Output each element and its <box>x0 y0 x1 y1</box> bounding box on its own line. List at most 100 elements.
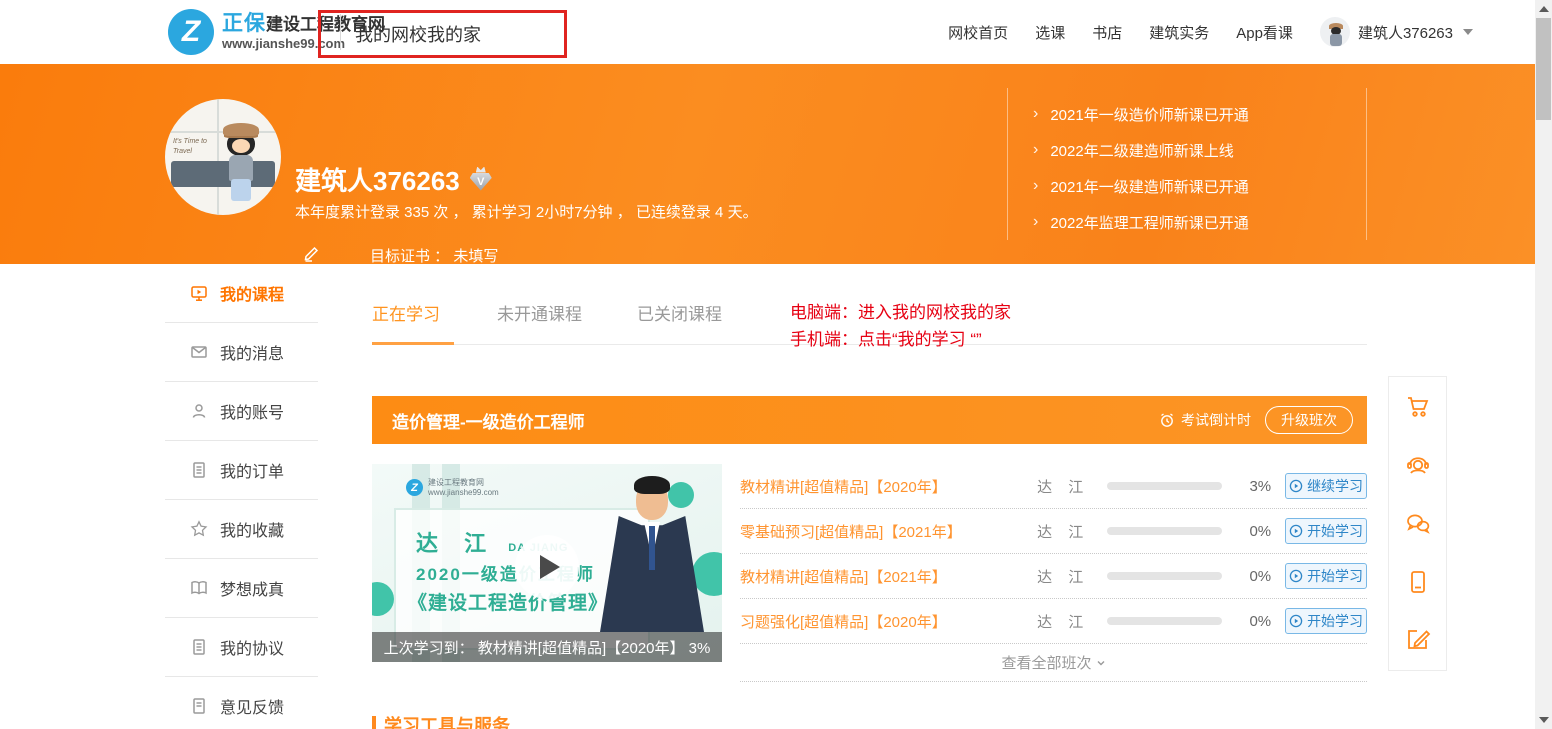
avatar-caption: It's Time to Travel <box>173 137 213 157</box>
play-circle-icon <box>1289 569 1303 583</box>
video-logo: Z 建设工程教育网www.jianshe99.com <box>406 478 499 497</box>
start-learning-button[interactable]: 开始学习 <box>1285 518 1367 544</box>
nav-app[interactable]: App看课 <box>1236 22 1293 43</box>
class-title-link[interactable]: 零基础预习[超值精品]【2021年】 <box>740 521 1037 542</box>
document-icon <box>190 461 208 479</box>
mobile-icon[interactable] <box>1404 568 1432 596</box>
start-learning-button[interactable]: 开始学习 <box>1285 608 1367 634</box>
sidebar-item-my-orders[interactable]: 我的订单 <box>165 441 318 500</box>
monitor-play-icon <box>190 284 208 302</box>
play-circle-icon <box>1289 479 1303 493</box>
tools-section-title: 学习工具与服务 <box>372 712 510 729</box>
view-all-classes-link[interactable]: 查看全部班次 <box>740 644 1367 682</box>
edit-pencil-icon[interactable] <box>303 244 321 262</box>
sidebar: 我的课程 我的消息 我的账号 我的订单 我的收藏 梦想成真 我的协议 意见反馈 <box>165 264 318 729</box>
logo-icon: Z <box>168 9 214 55</box>
feedback-edit-icon[interactable] <box>1404 626 1432 654</box>
chevron-down-icon <box>1463 29 1473 35</box>
teacher-name: 达 江 <box>1037 476 1107 497</box>
progress-bar <box>1107 572 1222 580</box>
user-banner: It's Time to Travel 建筑人376263 V 本年度累计登录 … <box>0 64 1535 264</box>
class-row: 零基础预习[超值精品]【2021年】 达 江 0% 开始学习 <box>740 509 1367 554</box>
sidebar-item-my-favorites[interactable]: 我的收藏 <box>165 500 318 559</box>
sidebar-item-my-courses[interactable]: 我的课程 <box>165 264 318 323</box>
chevron-right-icon: › <box>1033 141 1038 159</box>
sidebar-item-my-account[interactable]: 我的账号 <box>165 382 318 441</box>
document-icon <box>190 697 208 715</box>
class-list: 教材精讲[超值精品]【2020年】 达 江 3% 继续学习 零基础预习[超值精品… <box>740 464 1367 682</box>
announcement-item[interactable]: ›2022年监理工程师新课已开通 <box>1033 204 1366 240</box>
document-icon <box>190 638 208 656</box>
progress-percent: 3% <box>1234 478 1271 495</box>
scroll-up-arrow-icon[interactable] <box>1539 6 1549 12</box>
my-school-home-highlight[interactable]: 我的网校我的家 <box>318 10 567 58</box>
sidebar-item-dream-true[interactable]: 梦想成真 <box>165 559 318 618</box>
teacher-name: 达 江 <box>1037 521 1107 542</box>
continue-learning-button[interactable]: 继续学习 <box>1285 473 1367 499</box>
scroll-down-arrow-icon[interactable] <box>1539 717 1549 723</box>
scrollbar-thumb[interactable] <box>1536 18 1551 120</box>
main-content: 正在学习 未开通课程 已关闭课程 电脑端：进入我的网校我的家 手机端：点击“我的… <box>372 264 1367 444</box>
progress-percent: 0% <box>1234 523 1271 540</box>
header: Z 正保建设工程教育网 www.jianshe99.com 我的网校我的家 网校… <box>0 0 1535 64</box>
nav-bookstore[interactable]: 书店 <box>1092 22 1122 43</box>
announcement-item[interactable]: ›2021年一级建造师新课已开通 <box>1033 168 1366 204</box>
play-button-icon[interactable] <box>515 535 579 599</box>
announcement-item[interactable]: ›2021年一级造价师新课已开通 <box>1033 96 1366 132</box>
nav-home[interactable]: 网校首页 <box>948 22 1008 43</box>
class-title-link[interactable]: 教材精讲[超值精品]【2020年】 <box>740 476 1037 497</box>
tab-learning[interactable]: 正在学习 <box>372 300 440 325</box>
teacher-photo <box>592 482 712 632</box>
progress-percent: 0% <box>1234 568 1271 585</box>
red-annotation: 电脑端：进入我的网校我的家 手机端：点击“我的学习 “” <box>790 299 1011 353</box>
announcement-item[interactable]: ›2022年二级建造师新课上线 <box>1033 132 1366 168</box>
vertical-scrollbar[interactable] <box>1535 0 1552 729</box>
vip-badge-icon[interactable]: V <box>470 167 492 193</box>
nav-practice[interactable]: 建筑实务 <box>1149 22 1209 43</box>
teacher-name: 达 江 <box>1037 566 1107 587</box>
customer-service-icon[interactable] <box>1404 451 1432 479</box>
target-certificate[interactable]: 目标证书 ： 未填写 <box>370 245 498 264</box>
play-circle-icon <box>1289 614 1303 628</box>
floating-toolbar <box>1388 376 1447 671</box>
page: Z 正保建设工程教育网 www.jianshe99.com 我的网校我的家 网校… <box>0 0 1552 729</box>
last-learned-caption: 上次学习到： 教材精讲[超值精品]【2020年】 3% <box>372 632 722 662</box>
active-tab-underline <box>372 342 454 345</box>
progress-percent: 0% <box>1234 613 1271 630</box>
sidebar-item-feedback[interactable]: 意见反馈 <box>165 677 318 729</box>
book-icon <box>190 579 208 597</box>
tab-closed[interactable]: 已关闭课程 <box>637 300 722 325</box>
alarm-clock-icon <box>1159 412 1175 428</box>
class-row: 习题强化[超值精品]【2020年】 达 江 0% 开始学习 <box>740 599 1367 644</box>
course-card-header: 造价管理-一级造价工程师 考试倒计时 升级班次 <box>372 396 1367 444</box>
user-avatar-small <box>1320 17 1350 47</box>
nav-courses[interactable]: 选课 <box>1035 22 1065 43</box>
top-nav: 网校首页 选课 书店 建筑实务 App看课 建筑人376263 <box>948 0 1473 64</box>
highlight-label: 我的网校我的家 <box>355 21 481 47</box>
progress-bar <box>1107 617 1222 625</box>
course-tabs: 正在学习 未开通课程 已关闭课程 电脑端：进入我的网校我的家 手机端：点击“我的… <box>372 264 1367 345</box>
sidebar-item-my-agreements[interactable]: 我的协议 <box>165 618 318 677</box>
envelope-icon <box>190 343 208 361</box>
class-row: 教材精讲[超值精品]【2021年】 达 江 0% 开始学习 <box>740 554 1367 599</box>
exam-countdown[interactable]: 考试倒计时 <box>1159 410 1251 430</box>
progress-bar <box>1107 527 1222 535</box>
avatar[interactable]: It's Time to Travel <box>165 99 281 215</box>
start-learning-button[interactable]: 开始学习 <box>1285 563 1367 589</box>
video-thumbnail[interactable]: Z 建设工程教育网www.jianshe99.com 达 江 DA JIANG … <box>372 464 722 662</box>
class-title-link[interactable]: 习题强化[超值精品]【2020年】 <box>740 611 1037 632</box>
cart-icon[interactable] <box>1404 393 1432 421</box>
tab-not-opened[interactable]: 未开通课程 <box>497 300 582 325</box>
wechat-icon[interactable] <box>1404 510 1432 538</box>
class-title-link[interactable]: 教材精讲[超值精品]【2021年】 <box>740 566 1037 587</box>
course-card: 造价管理-一级造价工程师 考试倒计时 升级班次 Z 建设工程教育网www.jia… <box>372 396 1367 444</box>
chevron-right-icon: › <box>1033 177 1038 195</box>
sidebar-item-my-messages[interactable]: 我的消息 <box>165 323 318 382</box>
teacher-name: 达 江 <box>1037 611 1107 632</box>
course-title: 造价管理-一级造价工程师 <box>392 408 1159 433</box>
play-circle-icon <box>1289 524 1303 538</box>
chevron-right-icon: › <box>1033 213 1038 231</box>
star-icon <box>190 520 208 538</box>
upgrade-class-button[interactable]: 升级班次 <box>1265 406 1353 434</box>
user-menu[interactable]: 建筑人376263 <box>1320 17 1473 47</box>
